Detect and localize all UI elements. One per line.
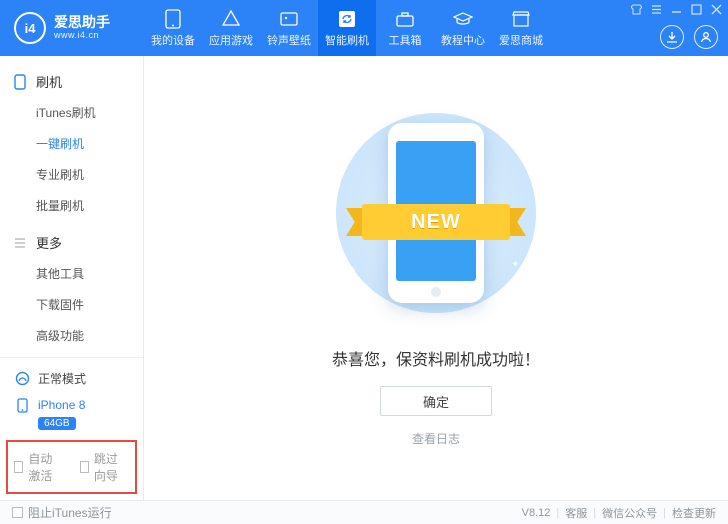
window-controls [630,3,722,15]
top-nav: 我的设备 应用游戏 铃声壁纸 智能刷机 工具箱 [144,0,550,56]
menu-lines-icon [14,237,28,249]
device-name: iPhone 8 [38,398,85,412]
checkbox-icon [80,461,89,473]
device-storage-badge: 64GB [38,417,76,430]
mode-icon [14,371,30,387]
apps-icon [222,8,240,30]
app-logo: i4 爱思助手 www.i4.cn [0,12,144,44]
sidebar-item-other-tools[interactable]: 其他工具 [0,258,143,289]
nav-label: 我的设备 [151,32,195,48]
nav-label: 爱思商城 [499,32,543,48]
checkbox-icon [12,507,23,518]
auto-activate-checkbox[interactable]: 自动激活 [14,450,64,484]
view-log-link[interactable]: 查看日志 [412,430,460,447]
sidebar-item-advanced[interactable]: 高级功能 [0,320,143,351]
support-link[interactable]: 客服 [565,505,587,521]
phone-small-icon [14,397,30,413]
minimize-icon[interactable] [670,3,682,15]
store-icon [512,8,530,30]
checkbox-icon [14,461,23,473]
logo-title: 爱思助手 [54,15,110,30]
header-right [660,25,718,49]
wechat-link[interactable]: 微信公众号 [602,505,657,521]
sidebar-group-label: 刷机 [36,72,62,91]
nav-ringtone[interactable]: 铃声壁纸 [260,0,318,56]
nav-label: 铃声壁纸 [267,32,311,48]
ribbon-label: NEW [362,204,510,240]
nav-label: 智能刷机 [325,32,369,48]
nav-tutorial[interactable]: 教程中心 [434,0,492,56]
nav-flash[interactable]: 智能刷机 [318,0,376,56]
auto-activate-label: 自动激活 [28,450,63,484]
sync-icon [338,8,356,30]
menu-icon[interactable] [650,3,662,15]
device-icon [165,8,181,30]
skip-wizard-label: 跳过向导 [94,450,129,484]
nav-store[interactable]: 爱思商城 [492,0,550,56]
check-update-link[interactable]: 检查更新 [672,505,716,521]
nav-toolbox[interactable]: 工具箱 [376,0,434,56]
main-area: 刷机 iTunes刷机 一键刷机 专业刷机 批量刷机 更多 其他工具 下载固件 … [0,56,728,500]
sidebar-group-flash[interactable]: 刷机 [0,66,143,97]
download-button[interactable] [660,25,684,49]
status-bar: 阻止iTunes运行 V8.12 | 客服 | 微信公众号 | 检查更新 [0,500,728,524]
logo-mark: i4 [14,12,46,44]
close-icon[interactable] [710,3,722,15]
block-itunes-label: 阻止iTunes运行 [28,504,112,521]
post-flash-options: 自动激活 跳过向导 [6,440,137,494]
media-icon [280,8,298,30]
sidebar-item-batch-flash[interactable]: 批量刷机 [0,190,143,221]
version-label: V8.12 [522,507,551,519]
sidebar-item-oneclick-flash[interactable]: 一键刷机 [0,128,143,159]
nav-my-device[interactable]: 我的设备 [144,0,202,56]
block-itunes-checkbox[interactable]: 阻止iTunes运行 [12,504,112,521]
sidebar-group-label: 更多 [36,233,62,252]
device-mode-label: 正常模式 [38,370,86,387]
nav-label: 工具箱 [389,32,422,48]
sidebar-item-pro-flash[interactable]: 专业刷机 [0,159,143,190]
skip-wizard-checkbox[interactable]: 跳过向导 [80,450,130,484]
sidebar-item-download-fw[interactable]: 下载固件 [0,289,143,320]
phone-icon [14,74,28,90]
nav-label: 教程中心 [441,32,485,48]
hat-icon [453,8,473,30]
device-info-row[interactable]: iPhone 8 64GB [0,393,143,438]
nav-apps[interactable]: 应用游戏 [202,0,260,56]
new-ribbon: NEW [346,194,526,250]
sidebar-item-itunes-flash[interactable]: iTunes刷机 [0,97,143,128]
skin-icon[interactable] [630,3,642,15]
content-panel: ✦ ✦ ✦ ✦ NEW 恭喜您，保资料刷机成功啦！ 确定 查看日志 [144,56,728,500]
maximize-icon[interactable] [690,3,702,15]
confirm-button[interactable]: 确定 [380,386,492,416]
nav-label: 应用游戏 [209,32,253,48]
sidebar: 刷机 iTunes刷机 一键刷机 专业刷机 批量刷机 更多 其他工具 下载固件 … [0,56,144,500]
sidebar-group-more[interactable]: 更多 [0,227,143,258]
app-header: i4 爱思助手 www.i4.cn 我的设备 应用游戏 铃声壁纸 [0,0,728,56]
logo-subtitle: www.i4.cn [54,31,110,41]
toolbox-icon [396,8,414,30]
success-message: 恭喜您，保资料刷机成功啦！ [332,346,540,370]
account-button[interactable] [694,25,718,49]
success-illustration: ✦ ✦ ✦ ✦ NEW [323,100,549,326]
device-mode-row[interactable]: 正常模式 [0,364,143,393]
